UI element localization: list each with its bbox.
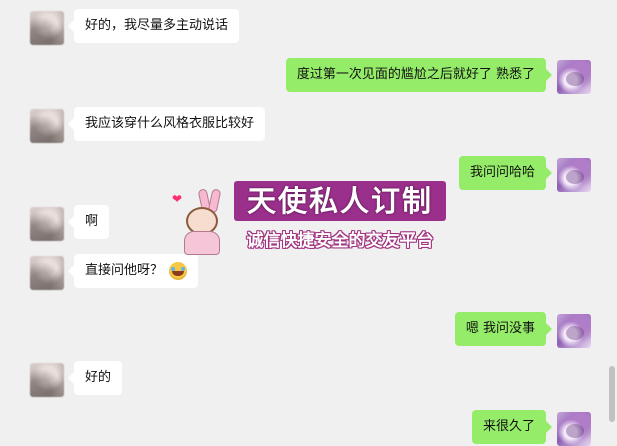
self-avatar[interactable] — [557, 158, 591, 192]
message-text: 来很久了 — [482, 419, 535, 434]
message-bubble-incoming[interactable]: 好的 — [67, 361, 123, 395]
message-text: 好的，我尽量多主动说话 — [85, 18, 229, 33]
message-text: 直接问他呀？ — [85, 263, 164, 278]
message-bubble-incoming[interactable]: 我应该穿什么风格衣服比较好 — [67, 107, 266, 141]
watermark-banner: ❤ 天使私人订制 诚信快捷安全的交友平台 — [168, 181, 448, 257]
message-text: 啊 — [85, 214, 99, 229]
message-text: 度过第一次见面的尴尬之后就好了 熟悉了 — [296, 67, 535, 82]
contact-avatar[interactable] — [30, 207, 64, 241]
message-bubble-incoming[interactable]: 好的，我尽量多主动说话 — [67, 9, 240, 43]
vertical-scrollbar[interactable] — [607, 0, 617, 441]
message-text: 好的 — [85, 370, 112, 385]
contact-avatar[interactable] — [30, 11, 64, 45]
message-bubble-outgoing[interactable]: 度过第一次见面的尴尬之后就好了 熟悉了 — [285, 58, 553, 92]
bunny-girl-mascot-icon: ❤ — [168, 185, 230, 255]
contact-avatar[interactable] — [30, 256, 64, 290]
message-text: 我问问哈哈 — [469, 165, 535, 180]
watermark-title: 天使私人订制 — [234, 181, 446, 221]
message-bubble-outgoing[interactable]: 来很久了 — [471, 410, 553, 444]
message-text: 嗯 我问没事 — [465, 321, 535, 336]
message-bubble-outgoing[interactable]: 嗯 我问没事 — [454, 312, 553, 346]
heart-icon: ❤ — [172, 192, 183, 206]
contact-avatar[interactable] — [30, 109, 64, 143]
self-avatar[interactable] — [557, 60, 591, 94]
watermark-subtitle: 诚信快捷安全的交友平台 — [246, 231, 434, 251]
laughing-tears-emoji-icon — [169, 261, 188, 280]
self-avatar[interactable] — [557, 314, 591, 348]
message-bubble-outgoing[interactable]: 我问问哈哈 — [458, 156, 553, 190]
scrollbar-thumb[interactable] — [609, 366, 615, 422]
message-bubble-incoming[interactable]: 啊 — [67, 205, 110, 239]
message-bubble-incoming[interactable]: 直接问他呀？ — [67, 254, 199, 288]
message-text: 我应该穿什么风格衣服比较好 — [85, 116, 255, 131]
chat-message-area: 好的，我尽量多主动说话 度过第一次见面的尴尬之后就好了 熟悉了 我应该穿什么风格… — [0, 0, 606, 446]
contact-avatar[interactable] — [30, 363, 64, 397]
